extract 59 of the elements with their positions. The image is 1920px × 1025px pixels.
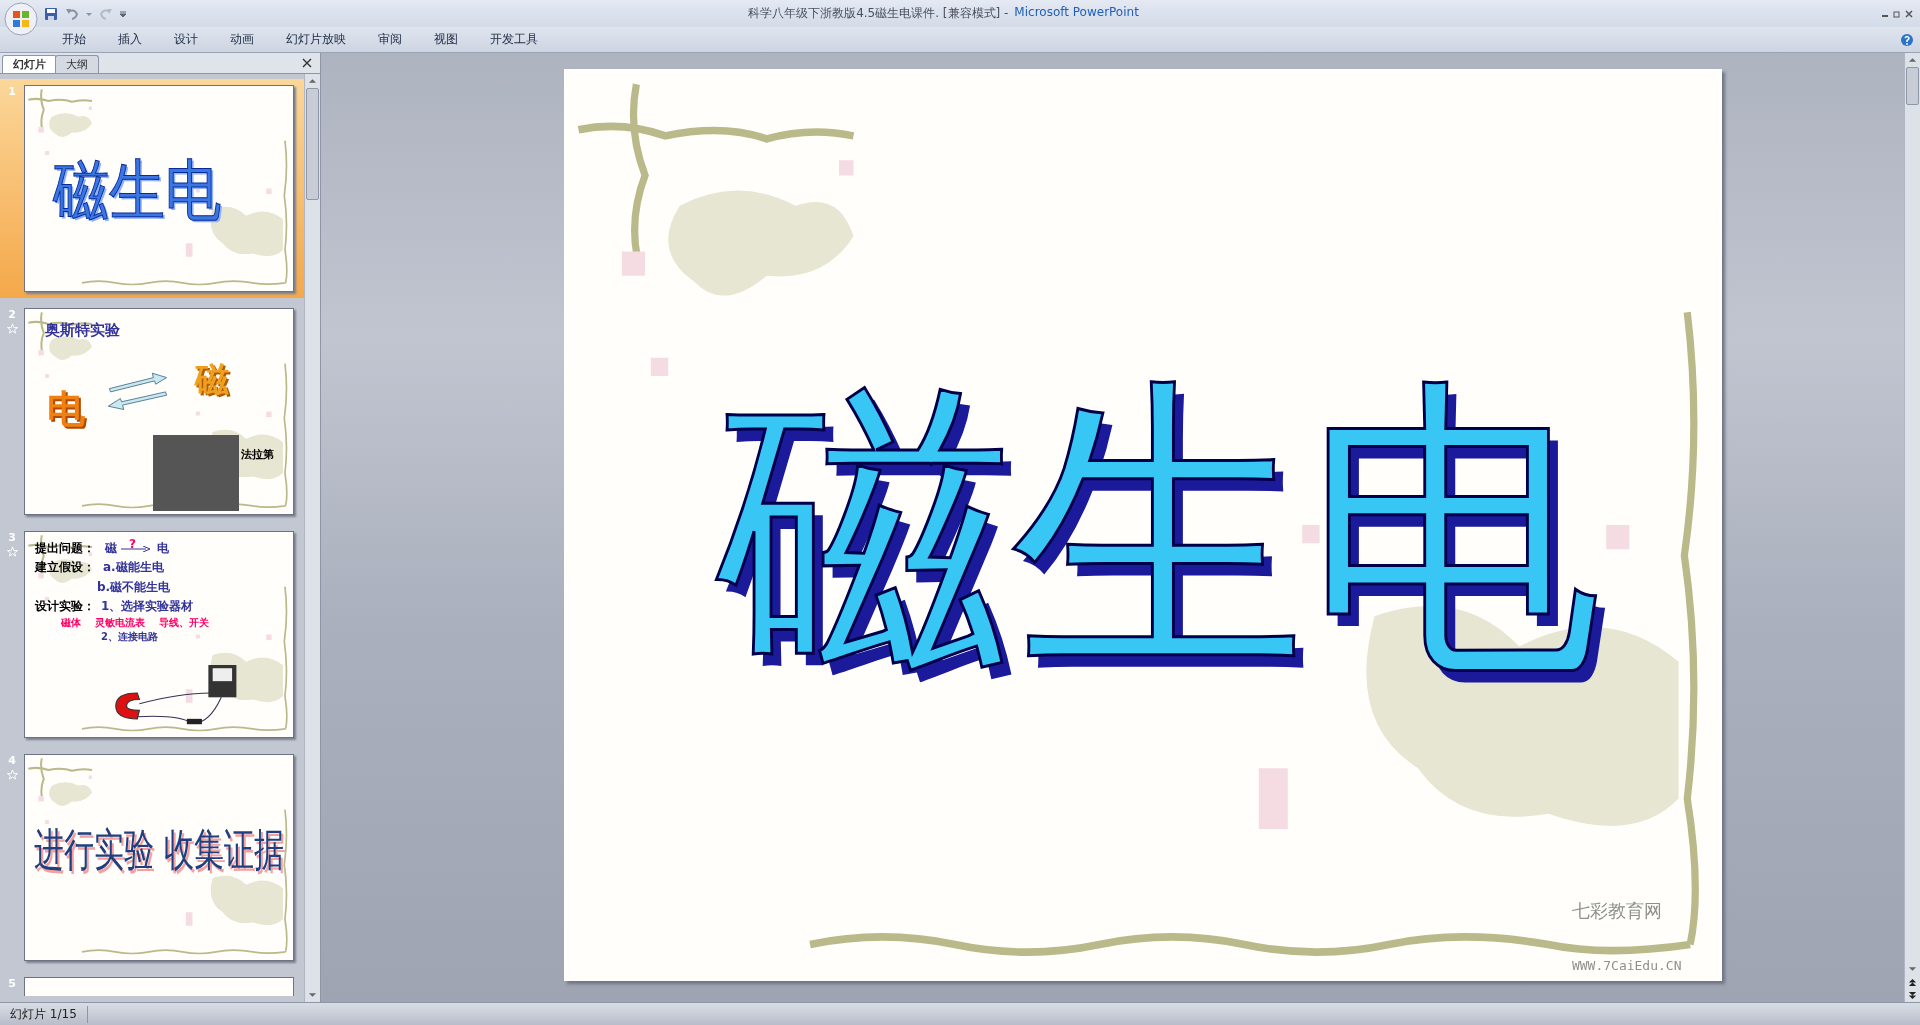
save-icon[interactable]: [43, 5, 59, 22]
thumbnail-text: 灵敏电流表: [95, 616, 145, 630]
scroll-up-icon[interactable]: [308, 78, 317, 84]
help-icon[interactable]: [1900, 32, 1914, 47]
thumbnail-title: 进行实验 收集证据: [33, 821, 285, 878]
ribbon-tab[interactable]: 设计: [160, 29, 212, 50]
scrollbar-thumb[interactable]: [1906, 67, 1919, 105]
slide-thumbnail-row[interactable]: 1 磁生电: [0, 79, 304, 298]
close-icon[interactable]: [302, 58, 312, 68]
thumbnail-text: b.磁不能生电: [97, 579, 171, 596]
previous-slide-icon[interactable]: [1908, 978, 1917, 987]
thumbnail-title: 奥斯特实验: [45, 321, 120, 340]
thumbnail-caption: 法拉第: [241, 447, 274, 462]
scrollbar[interactable]: [304, 74, 320, 1002]
thumbnail-text: 磁: [105, 540, 117, 557]
brand-text: 七彩教育网: [1571, 899, 1662, 923]
scrollbar[interactable]: [1904, 53, 1920, 1002]
document-title: 科学八年级下浙教版4.5磁生电课件. [兼容模式] -: [748, 5, 1009, 22]
ribbon-tab[interactable]: 开发工具: [476, 29, 552, 50]
thumbnail-text: 导线、开关: [159, 616, 209, 630]
ribbon-tab[interactable]: 幻灯片放映: [272, 29, 360, 50]
arrow-icon: [121, 546, 151, 552]
panel-tab[interactable]: 大纲: [55, 55, 99, 73]
office-button[interactable]: [4, 1, 38, 36]
slide-number: 3: [8, 531, 16, 544]
slide-number: 5: [8, 977, 16, 990]
slide-number: 4: [8, 754, 16, 767]
wordart-text: 磁: [195, 358, 229, 401]
slide-number: 1: [8, 85, 16, 98]
thumbnail-text: 磁体: [61, 616, 81, 630]
scroll-down-icon[interactable]: [308, 992, 317, 998]
slide-number: 2: [8, 308, 16, 321]
panel-tab[interactable]: 幻灯片: [2, 55, 57, 73]
slide-counter: 幻灯片 1/15: [0, 1005, 88, 1023]
next-slide-icon[interactable]: [1908, 991, 1917, 1000]
ribbon-tab[interactable]: 开始: [48, 29, 100, 50]
thumbnail-title: 磁生电: [53, 151, 222, 231]
thumbnail-text: ?: [129, 537, 136, 551]
restore-icon[interactable]: [1892, 8, 1902, 19]
thumbnail-text: a.磁能生电: [103, 559, 164, 576]
close-icon[interactable]: [1904, 8, 1914, 19]
app-name: Microsoft PowerPoint: [1014, 5, 1139, 21]
ribbon-tab[interactable]: 视图: [420, 29, 472, 50]
brand-url: WWW.7CaiEdu.CN: [1571, 958, 1682, 973]
thumbnail-text: 提出问题：: [35, 540, 95, 557]
ribbon-tab[interactable]: 插入: [104, 29, 156, 50]
thumbnail-text: 电: [157, 540, 169, 557]
thumbnail-text: 1、选择实验器材: [101, 598, 194, 615]
scroll-down-icon[interactable]: [1908, 966, 1917, 972]
ribbon-tab[interactable]: 审阅: [364, 29, 416, 50]
thumbnail-text: 2、连接电路: [101, 630, 158, 644]
customize-toolbar-icon[interactable]: [119, 9, 127, 18]
wordart-title: 磁生电: [716, 359, 1601, 700]
wordart-text: 电: [47, 386, 85, 433]
scrollbar-thumb[interactable]: [306, 88, 319, 200]
thumbnail-text: 设计实验：: [35, 598, 95, 615]
ribbon-tab[interactable]: 动画: [216, 29, 268, 50]
scroll-up-icon[interactable]: [1908, 57, 1917, 63]
thumbnail-text: 建立假设：: [35, 559, 95, 576]
